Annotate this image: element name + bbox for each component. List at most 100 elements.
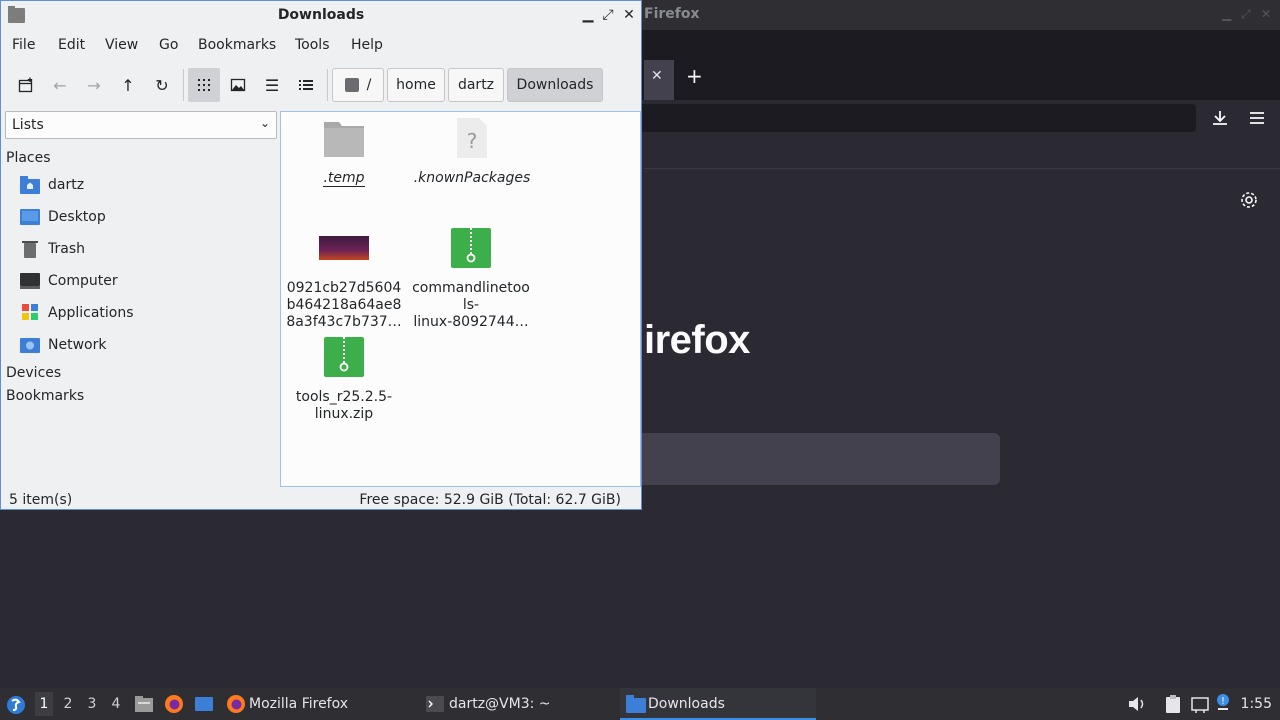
hamburger-menu-icon[interactable] (1248, 108, 1266, 128)
folder-view[interactable]: .temp ? .knownPackages 0921cb27d5604 b46… (280, 111, 641, 487)
places-header: Places (6, 150, 51, 166)
breadcrumb-downloads-label: Downloads (516, 77, 594, 93)
sidebar-item-network[interactable]: Network (17, 332, 267, 360)
file-manager-launcher-icon[interactable] (134, 694, 154, 714)
new-tab-button[interactable] (10, 68, 42, 102)
file-name: commandlinetoo ls- linux-8092744… (412, 280, 530, 330)
new-tab-icon[interactable]: + (686, 64, 703, 88)
file-name: 0921cb27d5604 b464218a64ae8 8a3f43c7b737… (286, 280, 402, 330)
sidebar-item-label: Computer (48, 273, 118, 289)
item-count: 5 item(s) (9, 492, 73, 508)
menu-go[interactable]: Go (159, 37, 178, 53)
firefox-search-box[interactable] (630, 433, 1000, 485)
zip-archive-icon (451, 228, 491, 268)
workspace-2[interactable]: 2 (59, 696, 77, 712)
file-item-image[interactable]: 0921cb27d5604 b464218a64ae8 8a3f43c7b737… (284, 228, 404, 331)
side-pane-mode-select[interactable]: Lists ⌄ (5, 111, 277, 139)
download-icon[interactable] (1210, 108, 1230, 128)
workspace-3[interactable]: 3 (83, 696, 101, 712)
thumbnail-view-button[interactable] (222, 68, 254, 102)
maximize-icon[interactable]: ⤢ (598, 4, 618, 26)
file-item-commandlinetools[interactable]: commandlinetoo ls- linux-8092744… (411, 228, 531, 331)
trash-icon (22, 241, 38, 258)
sidebar-item-applications[interactable]: Applications (17, 300, 267, 328)
sidebar-item-label: Desktop (48, 209, 106, 225)
sidebar-item-dartz[interactable]: dartz (17, 172, 267, 200)
breadcrumb-home[interactable]: home (387, 68, 445, 102)
detailed-view-button[interactable] (290, 68, 322, 102)
firefox-launcher-icon[interactable] (164, 694, 184, 714)
gear-icon[interactable] (1239, 190, 1259, 210)
task-firefox[interactable]: Mozilla Firefox (220, 688, 410, 720)
file-item-knownpackages[interactable]: ? .knownPackages (411, 118, 533, 187)
menu-file[interactable]: File (12, 37, 35, 53)
reload-icon: ↻ (155, 75, 169, 95)
tab-close-icon[interactable]: ✕ (651, 68, 663, 84)
file-item-tools-zip[interactable]: tools_r25.2.5- linux.zip (284, 337, 404, 423)
file-manager-window: Downloads ▁ ⤢ ✕ File Edit View Go Bookma… (0, 0, 642, 510)
forward-button[interactable]: → (78, 68, 110, 102)
file-name: .knownPackages (413, 170, 531, 186)
back-button[interactable]: ← (44, 68, 76, 102)
breadcrumb-downloads[interactable]: Downloads (507, 68, 603, 102)
url-bar[interactable] (630, 104, 1196, 132)
menu-help[interactable]: Help (351, 37, 383, 53)
workspace-4[interactable]: 4 (107, 696, 125, 712)
volume-icon[interactable] (1127, 695, 1147, 713)
unknown-file-icon: ? (457, 118, 487, 158)
reload-button[interactable]: ↻ (146, 68, 178, 102)
status-bar: 5 item(s) Free space: 52.9 GiB (Total: 6… (1, 489, 641, 511)
task-label: dartz@VM3: ~ (449, 696, 551, 712)
close-icon[interactable]: ✕ (619, 4, 639, 26)
devices-header[interactable]: Devices (6, 365, 61, 381)
icon-view-button[interactable] (188, 68, 220, 102)
sidebar-item-trash[interactable]: Trash (17, 236, 267, 264)
arrow-right-icon: → (87, 75, 101, 95)
sidebar-item-desktop[interactable]: Desktop (17, 204, 267, 232)
toolbar-separator (327, 69, 328, 101)
folder-icon (324, 122, 364, 157)
workspace-1[interactable]: 1 (35, 692, 53, 716)
sidebar-item-computer[interactable]: Computer (17, 268, 267, 296)
clipboard-icon[interactable] (1163, 694, 1183, 714)
clock[interactable]: 1:55 (1241, 696, 1272, 712)
sidebar-item-label: Trash (48, 241, 85, 257)
home-folder-icon (20, 176, 40, 194)
file-name: tools_r25.2.5- linux.zip (295, 389, 393, 422)
breadcrumb-root[interactable]: / (332, 68, 384, 102)
task-label: Mozilla Firefox (249, 696, 349, 712)
menu-view[interactable]: View (105, 37, 138, 53)
toolbar-separator (183, 69, 184, 101)
network-icon (20, 338, 40, 353)
file-item-temp[interactable]: .temp (284, 118, 404, 187)
task-downloads[interactable]: Downloads (620, 688, 816, 720)
minimize-icon[interactable]: ▁ (578, 4, 598, 26)
menu-edit[interactable]: Edit (58, 37, 85, 53)
maximize-icon[interactable]: ⤢ (1241, 7, 1251, 22)
svg-text:?: ? (467, 129, 478, 153)
up-button[interactable]: ↑ (112, 68, 144, 102)
drive-icon (344, 78, 359, 92)
arrow-up-icon: ↑ (121, 75, 135, 95)
breadcrumb-dartz-label: dartz (457, 77, 495, 93)
notification-icon[interactable]: ! (1216, 692, 1230, 712)
close-icon[interactable]: ✕ (1261, 7, 1271, 21)
task-terminal[interactable]: dartz@VM3: ~ (420, 688, 610, 720)
minimize-icon[interactable]: ▁ (1222, 7, 1231, 21)
firefox-window-title: Firefox (644, 6, 700, 22)
bookmarks-header[interactable]: Bookmarks (6, 388, 84, 404)
file-manager-titlebar[interactable]: Downloads ▁ ⤢ ✕ (1, 1, 641, 30)
network-status-icon[interactable] (1190, 694, 1210, 714)
new-window-icon (18, 77, 33, 93)
grid-view-icon (198, 79, 210, 91)
show-desktop-icon[interactable] (194, 694, 214, 714)
compact-view-button[interactable]: ☰ (256, 68, 288, 102)
terminal-icon (426, 696, 444, 712)
breadcrumb-dartz[interactable]: dartz (448, 68, 504, 102)
file-name: .temp (323, 170, 365, 187)
start-menu-icon[interactable] (6, 695, 26, 715)
breadcrumb-home-label: home (396, 77, 436, 93)
sidebar-item-label: Network (48, 337, 107, 353)
menu-tools[interactable]: Tools (295, 37, 330, 53)
menu-bookmarks[interactable]: Bookmarks (198, 37, 276, 53)
